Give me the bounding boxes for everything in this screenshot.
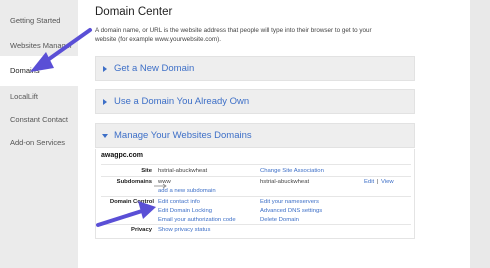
show-privacy-status-link[interactable]: Show privacy status <box>158 226 210 234</box>
accordion-label: Get a New Domain <box>114 63 195 74</box>
main-content: Domain Center A domain name, or URL is t… <box>78 0 470 268</box>
edit-domain-locking-link[interactable]: Edit Domain Locking <box>158 207 212 215</box>
sidebar: Getting Started Websites Manager Domains… <box>0 0 78 268</box>
intro-text: A domain name, or URL is the website add… <box>95 27 372 43</box>
accordion-get-new-domain[interactable]: Get a New Domain <box>95 56 415 81</box>
site-label: Site <box>141 168 152 174</box>
domain-control-label: Domain Control <box>109 199 154 205</box>
view-subdomain-link[interactable]: View <box>381 178 394 186</box>
edit-contact-info-link[interactable]: Edit contact info <box>158 198 200 206</box>
page-title: Domain Center <box>95 6 173 18</box>
caret-right-icon <box>103 66 107 72</box>
scroll-gutter <box>470 0 490 268</box>
email-authorization-code-link[interactable]: Email your authorization code <box>158 216 236 224</box>
edit-subdomain-link[interactable]: Edit <box>364 178 374 186</box>
divider <box>101 196 411 197</box>
accordion-manage-domains[interactable]: Manage Your Websites Domains <box>95 123 415 148</box>
edit-nameservers-link[interactable]: Edit your nameservers <box>260 198 319 206</box>
link-separator: | <box>377 179 379 185</box>
sidebar-item-domains[interactable]: Domains <box>0 56 78 86</box>
right-arrow-icon <box>154 183 167 189</box>
divider <box>101 176 411 177</box>
subdomain-target: hstrial-abuckwheat <box>260 179 310 185</box>
accordion-use-existing-domain[interactable]: Use a Domain You Already Own <box>95 89 415 114</box>
sidebar-item-add-on-services[interactable]: Add-on Services <box>0 128 76 158</box>
subdomains-label: Subdomains <box>116 179 152 185</box>
caret-right-icon <box>103 99 107 105</box>
caret-down-icon <box>102 134 108 138</box>
advanced-dns-settings-link[interactable]: Advanced DNS settings <box>260 207 322 215</box>
domain-name: awagpc.com <box>101 152 144 159</box>
change-site-association-link[interactable]: Change Site Association <box>260 167 324 175</box>
divider <box>101 164 411 165</box>
domain-panel: awagpc.com Site hstrial-abuckwheat Chang… <box>95 149 415 239</box>
accordion-label: Use a Domain You Already Own <box>114 96 250 107</box>
accordion-label: Manage Your Websites Domains <box>114 130 252 141</box>
site-value: hstrial-abuckwheat <box>158 168 208 174</box>
delete-domain-link[interactable]: Delete Domain <box>260 216 299 224</box>
privacy-label: Privacy <box>131 227 152 233</box>
divider <box>101 224 411 225</box>
